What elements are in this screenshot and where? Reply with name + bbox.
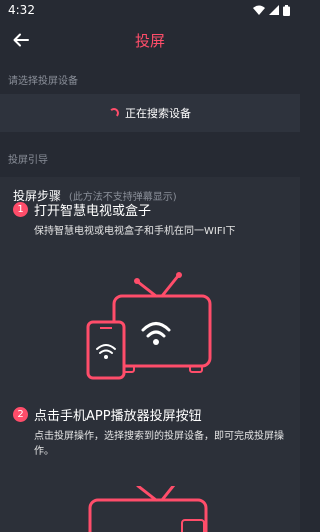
guide-section-label: 投屏引导: [8, 155, 48, 166]
step-1-description: 保持智慧电视或电视盒子和手机在同一WIFI下: [34, 226, 236, 237]
searching-text: 正在搜索设备: [125, 107, 191, 120]
step-1-number: 1: [13, 202, 28, 217]
app-bar: 投屏: [0, 20, 300, 60]
step-2-title-row: 2 点击手机APP播放器投屏按钮: [13, 405, 202, 424]
step-2-title: 点击手机APP播放器投屏按钮: [34, 409, 202, 424]
step-2-number: 2: [13, 407, 28, 422]
page-title: 投屏: [134, 32, 165, 50]
tv-cast-illustration: [88, 486, 208, 532]
signal-icon: [269, 5, 279, 15]
step-1-title: 打开智慧电视或盒子: [34, 204, 152, 219]
tv-phone-illustration: [86, 272, 212, 380]
step-2-description: 点击投屏操作，选择搜索到的投屏设备，即可完成投屏操作。: [34, 431, 284, 457]
status-icons: [253, 4, 290, 16]
status-time: 4:32: [8, 3, 35, 17]
loading-spinner-icon: [109, 108, 119, 118]
device-section-label: 请选择投屏设备: [8, 76, 78, 87]
status-bar: 4:32: [0, 0, 300, 20]
battery-icon: [283, 4, 290, 16]
device-search-row[interactable]: 正在搜索设备: [0, 94, 300, 132]
wifi-icon: [253, 5, 265, 15]
step-1-title-row: 1 打开智慧电视或盒子: [13, 200, 151, 219]
